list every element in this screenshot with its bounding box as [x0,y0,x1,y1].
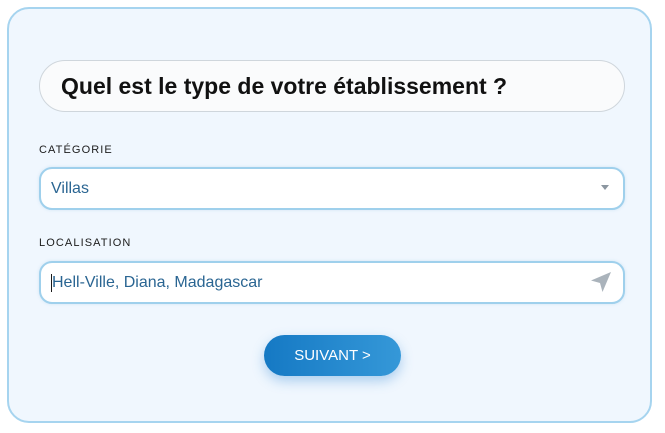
location-input[interactable]: Hell-Ville, Diana, Madagascar [39,261,625,304]
navigation-arrow-icon[interactable] [589,270,613,294]
location-label: LOCALISATION [39,237,132,249]
category-select[interactable]: Villas [39,167,625,210]
title-banner: Quel est le type de votre établissement … [39,60,625,112]
chevron-down-icon [601,185,609,190]
next-button[interactable]: SUIVANT > [264,335,401,376]
page-title: Quel est le type de votre établissement … [61,72,508,99]
location-value: Hell-Ville, Diana, Madagascar [52,273,263,291]
category-label: CATÉGORIE [39,144,113,156]
form-card: Quel est le type de votre établissement … [7,7,652,423]
category-selected-value: Villas [51,179,89,197]
